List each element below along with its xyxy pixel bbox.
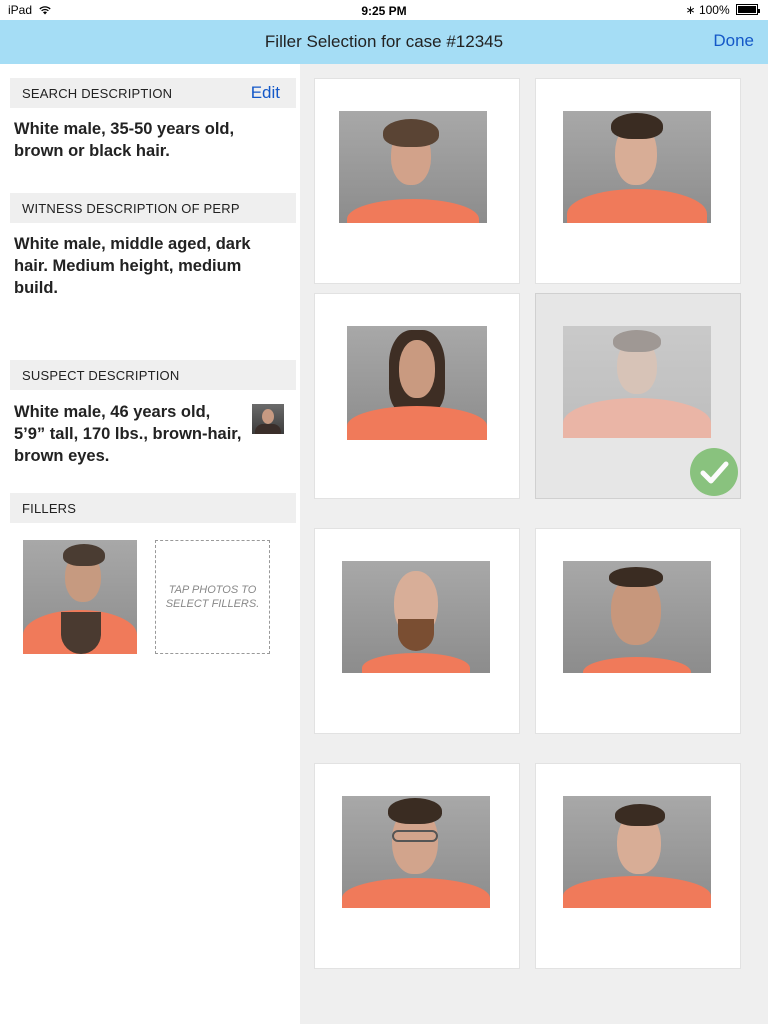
status-bar: iPad 9:25 PM ∗ 100% (0, 0, 768, 20)
witness-description-title: WITNESS DESCRIPTION OF PERP (22, 201, 240, 216)
photo-shirt (347, 406, 487, 440)
photo-card-4[interactable] (535, 293, 741, 499)
suspect-description-title: SUSPECT DESCRIPTION (22, 368, 180, 383)
photo-card-5[interactable] (314, 528, 520, 734)
suspect-description-text: White male, 46 years old, 5’9” tall, 170… (14, 403, 242, 465)
battery-percent: 100% (698, 3, 730, 17)
suspect-shirt (255, 424, 281, 434)
glasses-icon (392, 830, 438, 842)
photo-card-6[interactable] (535, 528, 741, 734)
nav-title: Filler Selection for case #12345 (264, 32, 504, 51)
search-description-title: SEARCH DESCRIPTION (22, 86, 173, 101)
photo-hair (383, 119, 439, 147)
mugshot-2 (563, 111, 711, 223)
edit-button[interactable]: Edit (251, 83, 280, 103)
fillers-title: FILLERS (22, 501, 77, 516)
suspect-thumbnail[interactable] (252, 404, 284, 434)
mugshot-4 (563, 326, 711, 438)
photo-card-2[interactable] (535, 78, 741, 284)
status-time: 9:25 PM (361, 4, 407, 18)
selected-check-icon (690, 448, 738, 496)
photo-hair (611, 113, 663, 139)
photo-face (399, 340, 435, 398)
battery-icon (736, 4, 758, 15)
search-description-text: White male, 35-50 years old, brown or bl… (14, 120, 235, 160)
status-right: ∗ 100% (686, 3, 760, 17)
photo-hair (609, 567, 663, 587)
navigation-bar: Filler Selection for case #12345 Done (0, 20, 768, 64)
photo-hair (63, 544, 105, 566)
done-button[interactable]: Done (713, 31, 754, 51)
filler-placeholder-text: TAP PHOTOS TO SELECT FILLERS. (165, 584, 260, 610)
mugshot-1 (339, 111, 487, 223)
description-panel: SEARCH DESCRIPTION Edit White male, 35-5… (0, 64, 300, 1024)
filler-drop-zone[interactable]: TAP PHOTOS TO SELECT FILLERS. (155, 540, 270, 654)
photo-hair (615, 804, 665, 826)
search-description-header: SEARCH DESCRIPTION Edit (10, 78, 296, 108)
photo-undershirt (61, 612, 101, 654)
suspect-face (262, 409, 274, 424)
selected-filler-photo[interactable] (23, 540, 137, 654)
mugshot-7 (342, 796, 490, 908)
photo-hair (613, 330, 661, 352)
bluetooth-icon: ∗ (685, 3, 696, 17)
mugshot-3 (347, 326, 487, 440)
mugshot-5 (342, 561, 490, 673)
witness-description-text: White male, middle aged, dark hair. Medi… (14, 235, 251, 297)
photo-hair (388, 798, 442, 824)
mugshot-8 (563, 796, 711, 908)
mugshot-6 (563, 561, 711, 673)
checkmark-icon (700, 461, 729, 484)
photo-card-1[interactable] (314, 78, 520, 284)
witness-description-header: WITNESS DESCRIPTION OF PERP (10, 193, 296, 223)
photo-card-8[interactable] (535, 763, 741, 969)
photo-card-7[interactable] (314, 763, 520, 969)
battery-tip (758, 9, 760, 13)
fillers-header: FILLERS (10, 493, 296, 523)
photo-card-3[interactable] (314, 293, 520, 499)
suspect-description-header: SUSPECT DESCRIPTION (10, 360, 296, 390)
photo-grid (300, 64, 768, 1024)
photo-shirt (563, 876, 711, 908)
